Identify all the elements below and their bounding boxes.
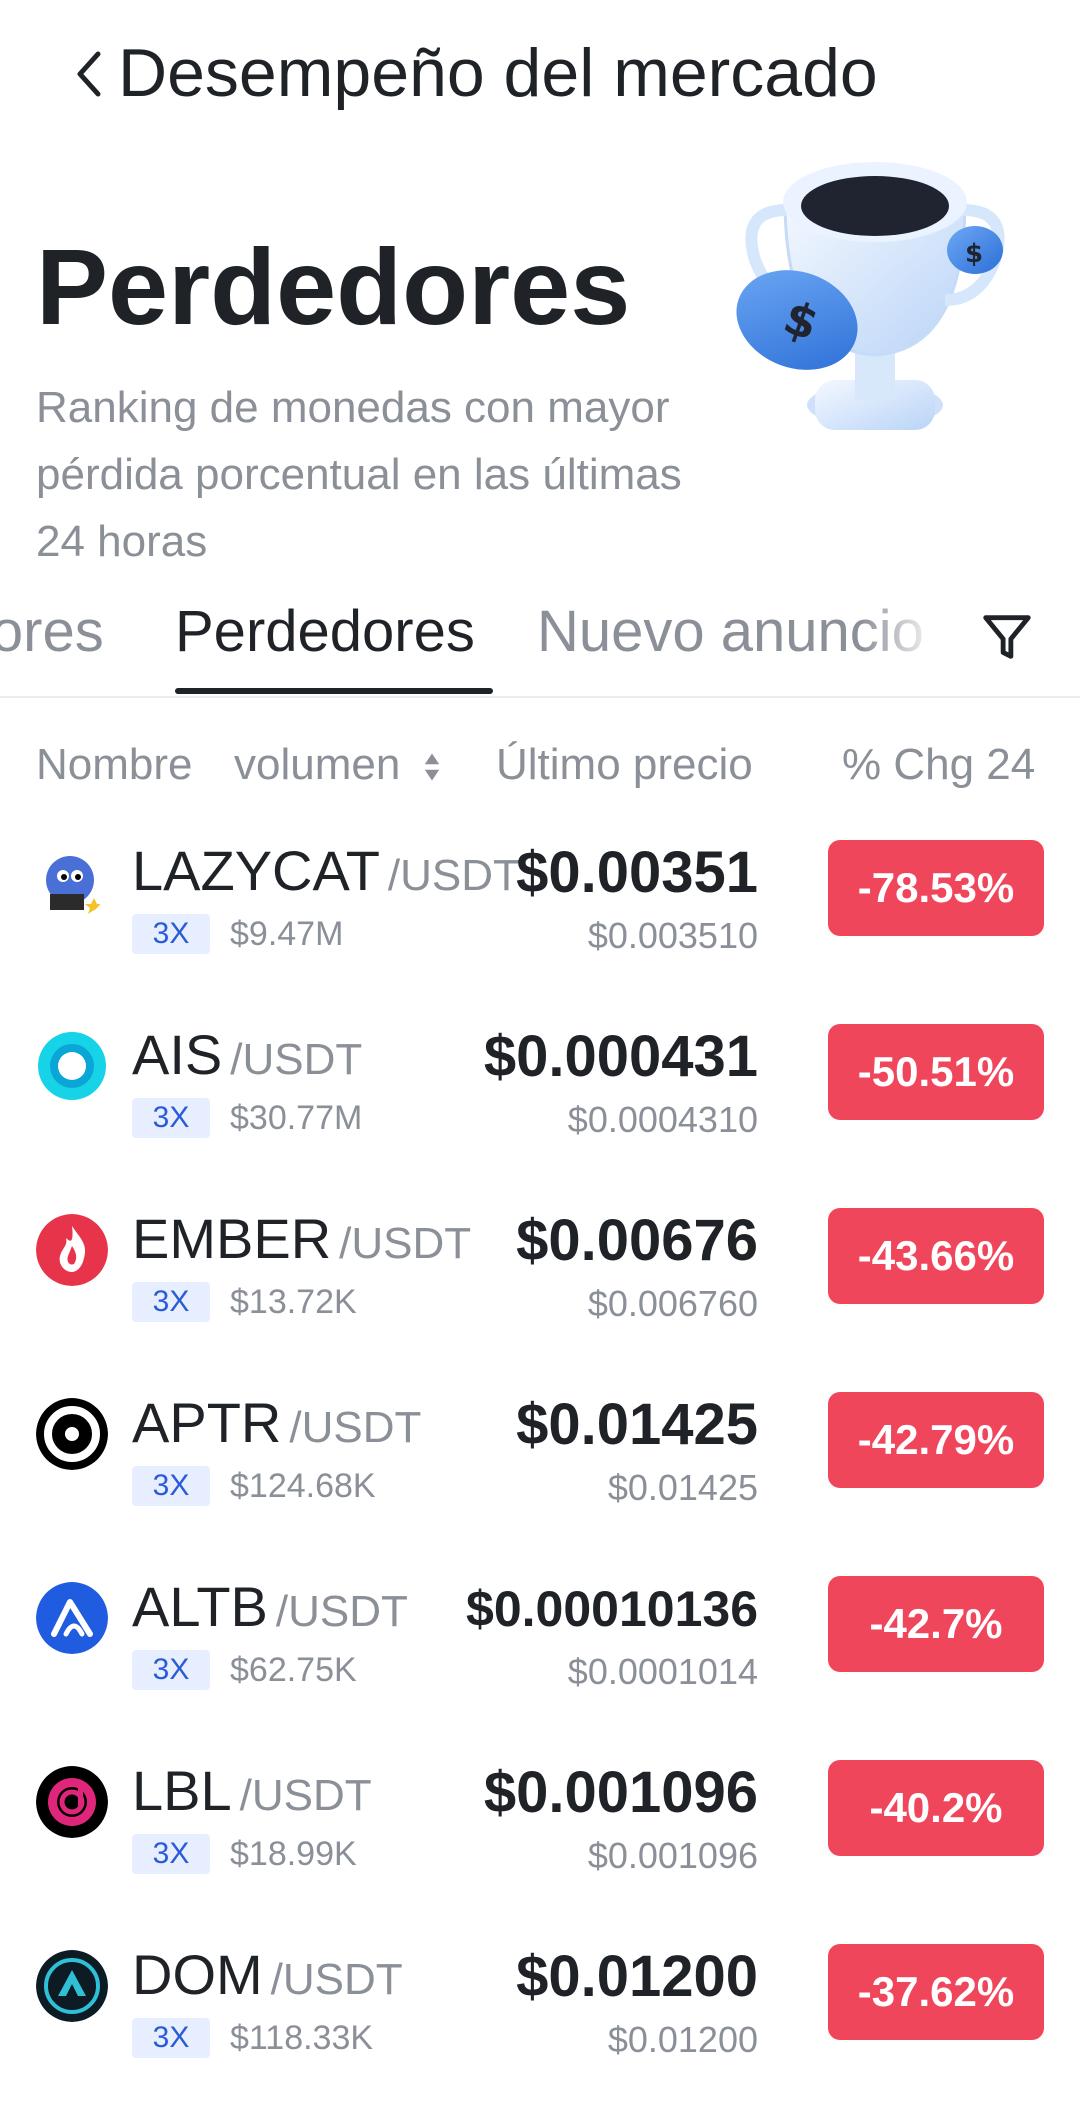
market-row-ais[interactable]: AIS/USDT 3X $30.77M $0.000431 $0.0004310… [0,1018,1080,1202]
market-row-aptr[interactable]: APTR/USDT 3X $124.68K $0.01425 $0.01425 … [0,1386,1080,1570]
volume-value: $124.68K [230,1467,376,1505]
leverage-badge: 3X [132,1282,210,1322]
fiat-price: $0.006760 [587,1283,758,1324]
market-row-lazycat[interactable]: LAZYCAT/USDT 3X $9.47M $0.00351 $0.00351… [0,834,1080,1018]
tab-bar: lores Perdedores Nuevo anuncio [0,568,1080,698]
column-name: Nombre [36,740,193,789]
page-title: Desempeño del mercado [118,35,878,111]
fiat-price: $0.0001014 [567,1651,758,1692]
volume-value: $62.75K [230,1651,357,1689]
change-badge[interactable]: -78.53% [828,840,1044,936]
pair-symbol: AIS/USDT [132,1023,363,1086]
tab-perdedores[interactable]: Perdedores [175,592,475,672]
volume-value: $13.72K [230,1283,357,1321]
volume-value: $9.47M [230,915,344,953]
back-button[interactable] [68,46,108,102]
pair-symbol: DOM/USDT [132,1943,403,2006]
leverage-badge: 3X [132,1098,210,1138]
last-price: $0.00351 [516,840,758,905]
altb-coin-icon [36,1582,108,1654]
volume-value: $118.33K [230,2019,374,2057]
leverage-badge: 3X [132,1466,210,1506]
last-price: $0.001096 [483,1760,758,1825]
last-price: $0.01425 [516,1392,758,1457]
column-volume: volumen [234,740,401,789]
ais-coin-icon [36,1030,108,1102]
leverage-badge: 3X [132,914,210,954]
fiat-price: $0.01425 [607,1467,758,1508]
svg-text:$: $ [965,239,983,269]
fiat-price: $0.003510 [587,915,758,956]
last-price: $0.000431 [483,1024,758,1089]
filter-button[interactable] [972,602,1042,672]
lbl-coin-icon [36,1766,108,1838]
fiat-price: $0.001096 [587,1835,758,1876]
market-row-dom[interactable]: DOM/USDT 3X $118.33K $0.01200 $0.01200 -… [0,1938,1080,2122]
dom-coin-icon [36,1950,108,2022]
chevron-left-icon [77,51,101,97]
last-price: $0.00676 [516,1208,758,1273]
pair-symbol: LBL/USDT [132,1759,372,1822]
active-tab-indicator [175,688,493,694]
top-bar: Desempeño del mercado [0,0,1080,140]
leverage-badge: 3X [132,1650,210,1690]
change-badge[interactable]: -40.2% [828,1760,1044,1856]
pair-symbol: LAZYCAT/USDT [132,839,520,902]
pair-symbol: EMBER/USDT [132,1207,472,1270]
column-volume-sort[interactable]: volumen [234,730,441,800]
market-row-altb[interactable]: ALTB/USDT 3X $62.75K $0.00010136 $0.0001… [0,1570,1080,1754]
change-badge[interactable]: -37.62% [828,1944,1044,2040]
aptr-coin-icon [36,1398,108,1470]
pair-symbol: APTR/USDT [132,1391,422,1454]
volume-value: $30.77M [230,1099,363,1137]
ember-coin-icon [36,1214,108,1286]
sort-icon [424,753,439,781]
volume-value: $18.99K [230,1835,357,1873]
fiat-price: $0.0004310 [567,1099,758,1140]
last-price: $0.01200 [516,1944,758,2009]
lazycat-coin-icon [36,846,108,918]
filter-icon [983,615,1031,659]
column-headers: Nombre volumen Último precio % Chg 24 [0,730,1080,800]
last-price: $0.00010136 [466,1581,758,1637]
leverage-badge: 3X [132,1834,210,1874]
market-row-lbl[interactable]: LBL/USDT 3X $18.99K $0.001096 $0.001096 … [0,1754,1080,1938]
change-badge[interactable]: -42.79% [828,1392,1044,1488]
fiat-price: $0.01200 [607,2019,758,2060]
leverage-badge: 3X [132,2018,210,2058]
pair-symbol: ALTB/USDT [132,1575,408,1638]
change-badge[interactable]: -42.7% [828,1576,1044,1672]
column-last-price: Último precio [496,740,753,789]
change-badge[interactable]: -50.51% [828,1024,1044,1120]
tab-ganadores[interactable]: lores [0,592,104,672]
tab-fade [860,568,960,694]
market-row-ember[interactable]: EMBER/USDT 3X $13.72K $0.00676 $0.006760… [0,1202,1080,1386]
hero-description: Ranking de monedas con mayor pérdida por… [36,383,682,566]
trophy-icon: $ $ [715,140,1035,490]
column-change: % Chg 24 [842,740,1036,789]
change-badge[interactable]: -43.66% [828,1208,1044,1304]
hero-title: Perdedores [36,226,631,347]
